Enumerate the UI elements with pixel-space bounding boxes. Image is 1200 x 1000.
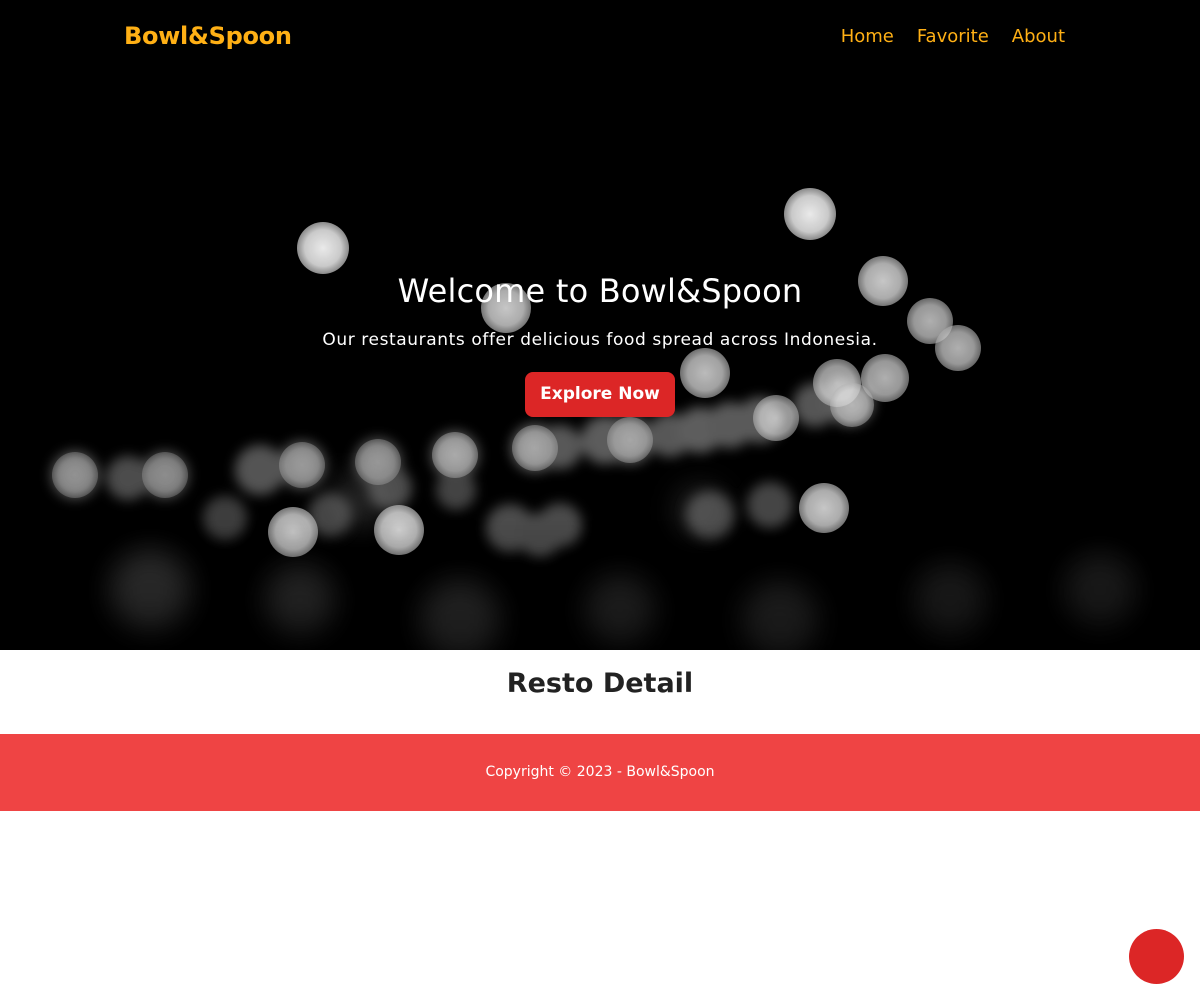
top-navbar: Bowl&Spoon Home Favorite About: [0, 0, 1200, 76]
chat-bubble-icon[interactable]: [1129, 929, 1184, 984]
hero-title: Welcome to Bowl&Spoon: [397, 272, 803, 310]
page-footer: Copyright © 2023 - Bowl&Spoon: [0, 734, 1200, 811]
hero-tagline: Our restaurants offer delicious food spr…: [322, 330, 878, 350]
hero-content: Welcome to Bowl&Spoon Our restaurants of…: [0, 272, 1200, 417]
nav-links: Home Favorite About: [841, 26, 1065, 47]
brand-logo[interactable]: Bowl&Spoon: [124, 22, 292, 50]
copyright-text: Copyright © 2023 - Bowl&Spoon: [485, 764, 715, 780]
hero-banner: Bowl&Spoon Home Favorite About Welcome t…: [0, 0, 1200, 650]
section-title: Resto Detail: [506, 668, 694, 699]
explore-now-button[interactable]: Explore Now: [525, 372, 675, 417]
resto-detail-section: Resto Detail: [0, 650, 1200, 734]
nav-link-about[interactable]: About: [1012, 26, 1065, 47]
nav-link-favorite[interactable]: Favorite: [917, 26, 989, 47]
nav-link-home[interactable]: Home: [841, 26, 894, 47]
